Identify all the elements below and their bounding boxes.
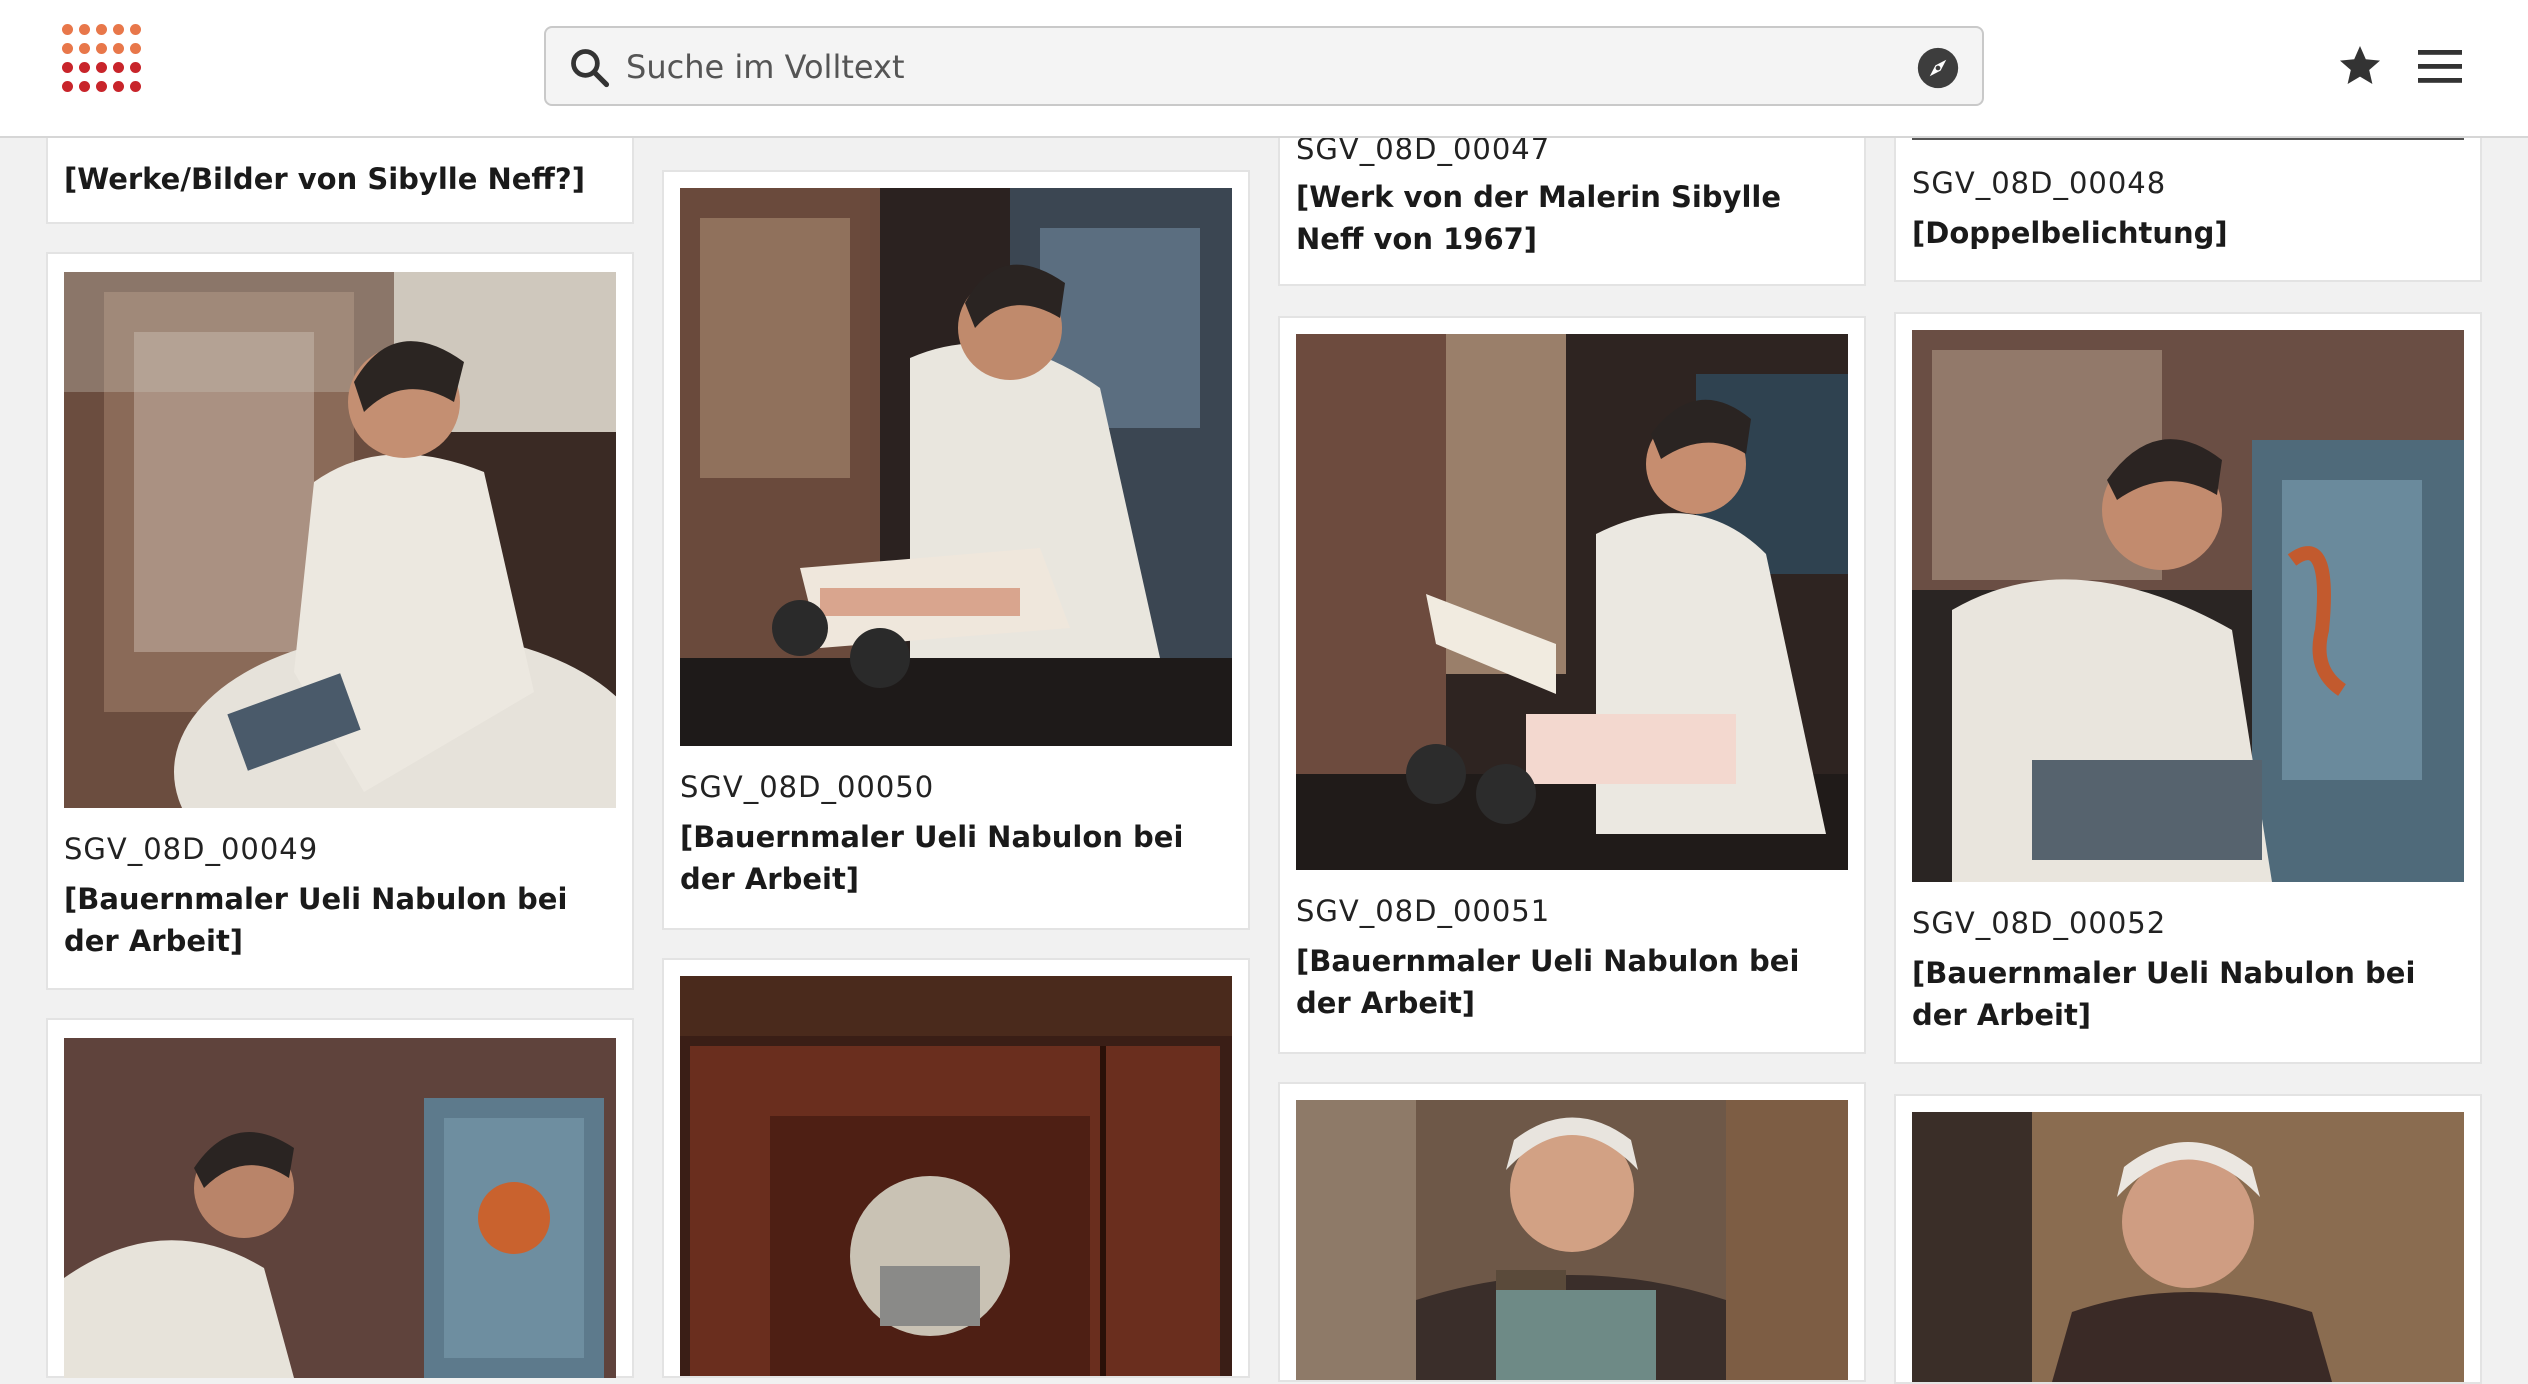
card-title: [Werk von der Malerin Sibylle Neff von 1… <box>1296 180 1782 256</box>
card-title: [Doppelbelichtung] <box>1912 216 2228 250</box>
result-card[interactable]: SGV_08D_00052 [Bauernmaler Ueli Nabulon … <box>1894 312 2482 1064</box>
painter-pipe-photo[interactable] <box>1912 330 2464 882</box>
search-icon[interactable] <box>568 46 612 90</box>
result-card[interactable] <box>1894 1094 2482 1384</box>
logo-dot <box>79 24 90 35</box>
logo-dot <box>62 62 73 73</box>
logo-dot <box>62 24 73 35</box>
logo-dot <box>130 43 141 54</box>
dot-grid-logo[interactable] <box>62 24 144 102</box>
painter-side-photo[interactable] <box>1296 334 1848 870</box>
logo-dot <box>130 81 141 92</box>
card-title: [Bauernmaler Ueli Nabulon bei der Arbeit… <box>64 882 568 958</box>
logo-dot <box>96 24 107 35</box>
card-title: [Bauernmaler Ueli Nabulon bei der Arbeit… <box>1912 956 2416 1032</box>
search-input[interactable] <box>626 40 1826 94</box>
logo-dot <box>62 81 73 92</box>
card-title: [Werke/Bilder von Sibylle Neff?] <box>64 162 585 196</box>
logo-dot <box>79 62 90 73</box>
logo-dot <box>96 81 107 92</box>
result-card[interactable] <box>662 958 1250 1378</box>
result-card[interactable]: SGV_08D_00049 [Bauernmaler Ueli Nabulon … <box>46 252 634 990</box>
result-card[interactable] <box>1278 1082 1866 1382</box>
old-man-workshop-photo[interactable] <box>1912 1112 2464 1382</box>
logo-dot <box>113 24 124 35</box>
painter-seated-photo[interactable] <box>680 188 1232 746</box>
logo-dot <box>79 43 90 54</box>
painter-at-cabinet-photo[interactable] <box>64 272 616 808</box>
compass-icon[interactable] <box>1916 46 1960 90</box>
logo-dot <box>113 43 124 54</box>
card-id: SGV_08D_00048 <box>1912 166 2167 200</box>
result-card[interactable]: SGV_08D_00050 [Bauernmaler Ueli Nabulon … <box>662 170 1250 930</box>
card-title: [Bauernmaler Ueli Nabulon bei der Arbeit… <box>1296 944 1800 1020</box>
logo-dot <box>130 62 141 73</box>
card-id: SGV_08D_00049 <box>64 832 319 866</box>
painter-blue-cabinet-photo[interactable] <box>64 1038 616 1378</box>
search-bar[interactable] <box>544 26 1984 106</box>
result-card[interactable]: SGV_08D_00051 [Bauernmaler Ueli Nabulon … <box>1278 316 1866 1054</box>
hamburger-menu-icon[interactable] <box>2416 44 2464 88</box>
logo-dot <box>62 43 73 54</box>
card-id: SGV_08D_00052 <box>1912 906 2167 940</box>
logo-dot <box>130 24 141 35</box>
logo-dot <box>113 81 124 92</box>
card-id: SGV_08D_00050 <box>680 770 935 804</box>
logo-dot <box>96 43 107 54</box>
result-card[interactable] <box>46 1018 634 1378</box>
logo-dot <box>113 62 124 73</box>
old-man-hammer-photo[interactable] <box>1296 1100 1848 1380</box>
card-title: [Bauernmaler Ueli Nabulon bei der Arbeit… <box>680 820 1184 896</box>
logo-dot <box>79 81 90 92</box>
star-icon[interactable] <box>2336 42 2384 90</box>
top-header <box>0 0 2528 138</box>
logo-dot <box>96 62 107 73</box>
painted-chest-photo[interactable] <box>680 976 1232 1376</box>
card-id: SGV_08D_00051 <box>1296 894 1551 928</box>
